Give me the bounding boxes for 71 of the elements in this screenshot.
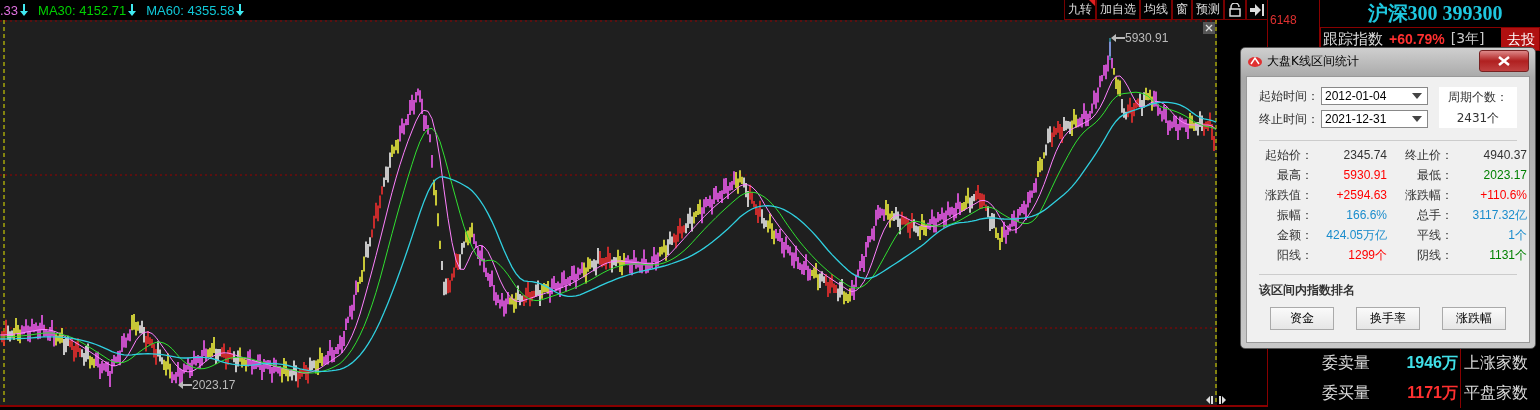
stat-value: +110.6% [1479, 188, 1527, 202]
field-label: 起始时间： [1259, 87, 1320, 105]
dropdown-caret-icon [1412, 116, 1422, 122]
stat-label: 振幅： [1276, 208, 1313, 222]
indicator-value: .33 [0, 2, 19, 18]
stat-value: 1131个 [1488, 248, 1527, 262]
candle-wick [1109, 37, 1111, 61]
indicator-value: MA30: 4152.71 [38, 2, 127, 18]
price-annotation: 5930.91 [1125, 31, 1169, 45]
tracking-change: +60.79% [1389, 31, 1445, 47]
leader-arrow-icon [178, 381, 192, 389]
stat-value: 2023.17 [1482, 168, 1527, 182]
dropdown-caret-icon [1412, 93, 1422, 99]
period-count: 2431个 [1456, 109, 1500, 127]
ranking-button[interactable]: 换手率 [1356, 307, 1420, 330]
price-axis-label: 6148 [1270, 13, 1297, 27]
app-logo-icon [1247, 55, 1263, 67]
toolbar-button[interactable]: 九转 [1064, 0, 1096, 20]
stat-value: 2345.74 [1342, 148, 1387, 162]
quote-label: 上涨家数 [1463, 352, 1528, 374]
stat-label: 起始价： [1264, 148, 1313, 162]
quote-value: 1171万 [1382, 378, 1461, 408]
toolbar-button[interactable]: 预测 [1192, 0, 1224, 20]
stat-value: 4940.37 [1482, 148, 1527, 162]
toolbar-button[interactable]: 加自选 [1096, 0, 1140, 20]
stat-value: 1个 [1507, 228, 1527, 242]
stat-label: 涨跌值： [1264, 188, 1313, 202]
stat-label: 金额： [1276, 228, 1313, 242]
stat-label: 平线： [1416, 228, 1453, 242]
down-arrow-icon [236, 4, 245, 16]
scroll-arrows-icon [1206, 396, 1226, 404]
down-arrow-icon [128, 4, 137, 16]
down-arrow-icon [20, 4, 29, 16]
close-icon [1498, 56, 1510, 66]
close-icon[interactable] [1203, 22, 1215, 34]
date-dropdown[interactable]: 2012-01-04 [1321, 87, 1428, 105]
stat-value: +2594.63 [1335, 188, 1387, 202]
invest-button[interactable]: 去投 [1501, 28, 1539, 50]
quote-label: 委买量 [1321, 382, 1371, 404]
stat-label: 阳线： [1276, 248, 1313, 262]
close-button[interactable] [1479, 50, 1529, 72]
stat-label: 阴线： [1416, 248, 1453, 262]
stat-label: 终止价： [1404, 148, 1453, 162]
stat-label: 总手： [1416, 208, 1453, 222]
index-title: 沪深300 399300 [1366, 1, 1504, 24]
indicator-value: MA60: 4355.58 [146, 2, 235, 18]
price-annotation: 2023.17 [192, 378, 236, 392]
stat-value: 1299个 [1347, 248, 1387, 262]
toolbar-button[interactable]: 均线 [1140, 0, 1172, 20]
tracking-label: 跟踪指数 [1323, 29, 1383, 49]
tracking-period: [3年] [1450, 30, 1485, 48]
stat-value: 5930.91 [1342, 168, 1387, 182]
stat-value: 166.6% [1345, 208, 1387, 222]
quote-label: 委卖量 [1321, 352, 1371, 374]
leader-arrow-icon [1111, 34, 1125, 42]
field-label: 周期个数： [1448, 88, 1508, 106]
ranking-button[interactable]: 涨跌幅 [1442, 307, 1506, 330]
stat-label: 最高： [1276, 168, 1313, 182]
section-heading: 该区间内指数排名 [1259, 282, 1356, 299]
field-label: 终止时间： [1259, 110, 1320, 128]
stat-value: 424.05万亿 [1325, 228, 1387, 242]
dialog-title: 大盘K线区间统计 [1267, 52, 1359, 70]
stat-label: 涨跌幅： [1404, 188, 1453, 202]
quote-label: 平盘家数 [1463, 382, 1528, 404]
toolbar-button[interactable]: 窗 [1172, 0, 1192, 20]
stat-value: 3117.32亿 [1471, 208, 1527, 222]
ranking-button[interactable]: 资金 [1270, 307, 1334, 330]
stat-label: 最低： [1416, 168, 1453, 182]
date-dropdown[interactable]: 2021-12-31 [1321, 110, 1428, 128]
exit-icon[interactable] [1250, 2, 1264, 17]
lock-icon[interactable] [1228, 2, 1242, 17]
